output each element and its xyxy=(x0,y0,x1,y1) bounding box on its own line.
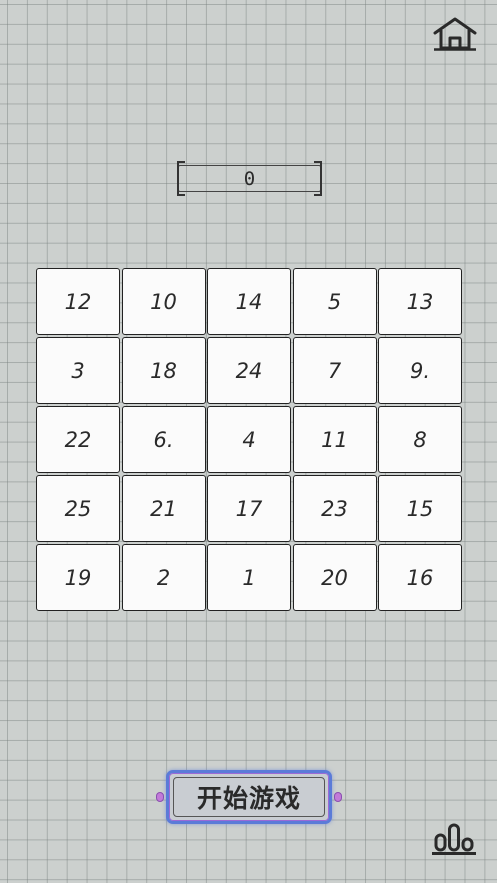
tile-11[interactable]: 22 xyxy=(36,406,120,473)
tile-10[interactable]: 9. xyxy=(378,337,462,404)
tile-14[interactable]: 11 xyxy=(292,406,377,473)
start-button-frame: 开始游戏 xyxy=(155,768,343,826)
tile-6[interactable]: 3 xyxy=(36,337,120,404)
tile-3[interactable]: 14 xyxy=(207,268,291,335)
tile-25[interactable]: 16 xyxy=(378,544,462,611)
tile-1[interactable]: 12 xyxy=(36,268,120,335)
tile-22[interactable]: 2 xyxy=(121,544,206,611)
tile-4[interactable]: 5 xyxy=(292,268,377,335)
score-value: 0 xyxy=(243,167,256,190)
home-button[interactable] xyxy=(432,16,478,52)
tile-15[interactable]: 8 xyxy=(378,406,462,473)
tile-21[interactable]: 19 xyxy=(36,544,120,611)
tile-9[interactable]: 7 xyxy=(292,337,377,404)
tile-23[interactable]: 1 xyxy=(207,544,291,611)
home-icon xyxy=(433,17,477,51)
start-game-button[interactable]: 开始游戏 xyxy=(166,770,332,824)
tile-8[interactable]: 24 xyxy=(207,337,291,404)
tile-18[interactable]: 17 xyxy=(207,475,291,542)
number-board: 12 10 14 5 13 3 18 24 7 9. 22 6. 4 11 8 … xyxy=(36,268,463,615)
tile-13[interactable]: 4 xyxy=(207,406,291,473)
tile-12[interactable]: 6. xyxy=(121,406,206,473)
tile-16[interactable]: 25 xyxy=(36,475,120,542)
tile-20[interactable]: 15 xyxy=(378,475,462,542)
tile-7[interactable]: 18 xyxy=(121,337,206,404)
tile-2[interactable]: 10 xyxy=(121,268,206,335)
knob-right-decoration xyxy=(334,792,342,802)
tile-24[interactable]: 20 xyxy=(292,544,377,611)
knob-left-decoration xyxy=(156,792,164,802)
leaderboard-button[interactable] xyxy=(431,822,477,856)
score-display: 0 xyxy=(177,161,322,196)
tile-5[interactable]: 13 xyxy=(378,268,462,335)
leaderboard-icon xyxy=(432,823,476,855)
tile-17[interactable]: 21 xyxy=(121,475,206,542)
tile-19[interactable]: 23 xyxy=(292,475,377,542)
